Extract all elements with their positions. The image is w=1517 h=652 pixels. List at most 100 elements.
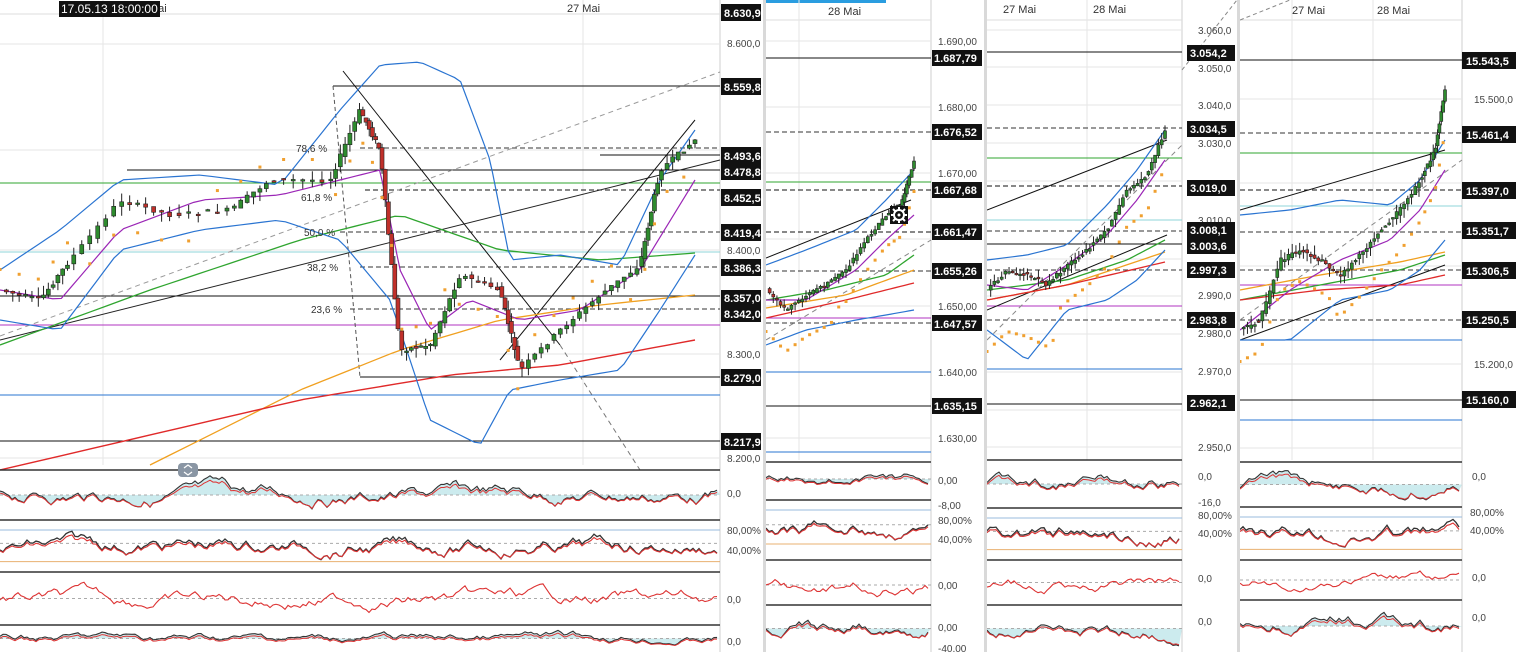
candle-body xyxy=(1402,203,1406,210)
candle-body xyxy=(232,205,237,209)
candle-body xyxy=(452,289,457,299)
chart-panel-4[interactable]: 27 Mai 28 Mai 15.543,5 15.500,0 15.461,4… xyxy=(1240,0,1517,652)
plot-background xyxy=(0,0,763,652)
candle-body xyxy=(1003,271,1008,275)
sar-dot xyxy=(1240,360,1242,363)
sar-dot xyxy=(609,264,613,268)
sub-label: 0,0 xyxy=(727,595,741,606)
candle-body xyxy=(495,286,500,291)
candle-body xyxy=(793,302,797,305)
sub-label: 40,00% xyxy=(1198,529,1232,540)
sar-dot xyxy=(1058,306,1062,310)
candle-body xyxy=(442,311,448,324)
candle-body xyxy=(558,328,563,335)
candle-body xyxy=(29,296,35,299)
candle-body xyxy=(811,289,816,295)
candle-body xyxy=(1132,184,1136,189)
candle-body xyxy=(1268,290,1272,304)
sar-dot xyxy=(0,268,2,271)
chart-canvas-1[interactable]: Mai 27 Mai 78,6 % 61,8 % 50,0 % 38,2 % 2… xyxy=(0,0,763,652)
sar-dot xyxy=(495,314,499,318)
sar-dot xyxy=(361,141,365,145)
sar-dot xyxy=(1387,260,1391,264)
candle-body xyxy=(855,254,859,261)
candle-body xyxy=(675,151,681,161)
candle-body xyxy=(1163,130,1167,139)
candle-body xyxy=(119,201,124,207)
chart-panel-1[interactable]: Mai 27 Mai 78,6 % 61,8 % 50,0 % 38,2 % 2… xyxy=(0,0,763,652)
x-axis-label: 27 Mai xyxy=(1292,5,1325,17)
candle-body xyxy=(652,194,657,212)
candle-body xyxy=(829,279,834,283)
candle-body xyxy=(257,188,263,193)
sar-dot xyxy=(258,165,262,169)
candle-body xyxy=(1149,162,1154,171)
candle-body xyxy=(373,136,378,141)
candle-body xyxy=(469,274,475,280)
candle-body xyxy=(10,291,16,294)
candle-body xyxy=(281,178,286,181)
candle-body xyxy=(41,294,46,299)
candle-body xyxy=(996,280,1000,283)
chart-canvas-2[interactable]: 28 Mai 1.690,00 1.687,79 1.680,00 1.676,… xyxy=(766,0,984,652)
price-label: 3.040,0 xyxy=(1198,101,1232,112)
sar-dot xyxy=(1110,255,1114,259)
candle-body xyxy=(205,209,211,212)
price-label: 1.650,00 xyxy=(938,302,977,313)
candle-body xyxy=(988,285,993,291)
sar-dot xyxy=(160,238,164,242)
sar-dot xyxy=(1395,253,1399,257)
sar-dot xyxy=(1132,219,1136,223)
chart-canvas-3[interactable]: 27 Mai 28 Mai 3.060,0 3.054,2 3.050,0 3.… xyxy=(987,0,1237,652)
chart-canvas-4[interactable]: 27 Mai 28 Mai 15.543,5 15.500,0 15.461,4… xyxy=(1240,0,1517,652)
sar-dot xyxy=(1410,232,1414,236)
candle-body xyxy=(1431,151,1436,161)
price-label: 3.003,6 xyxy=(1190,241,1227,253)
candle-body xyxy=(475,280,481,283)
candle-body xyxy=(1305,249,1309,254)
gear-icon[interactable] xyxy=(890,206,908,224)
sar-dot xyxy=(552,314,556,318)
chart-panel-3[interactable]: 27 Mai 28 Mai 3.060,0 3.054,2 3.050,0 3.… xyxy=(987,0,1237,652)
candle-body xyxy=(328,178,334,182)
candle-body xyxy=(1435,134,1440,147)
price-label: 1.635,15 xyxy=(934,401,977,413)
candle-body xyxy=(609,285,614,292)
sar-dot xyxy=(136,231,140,235)
price-label: 3.050,0 xyxy=(1198,64,1232,75)
candle-body xyxy=(1405,198,1410,205)
candle-body xyxy=(300,179,306,182)
chart-panel-2[interactable]: 28 Mai 1.690,00 1.687,79 1.680,00 1.676,… xyxy=(766,0,984,652)
candle-body xyxy=(1058,272,1063,277)
candle-body xyxy=(1353,260,1358,263)
candle-body xyxy=(621,276,627,282)
candle-body xyxy=(822,285,826,288)
candle-body xyxy=(1029,275,1033,278)
candle-body xyxy=(1241,327,1246,330)
candle-body xyxy=(681,151,687,154)
candle-body xyxy=(767,288,772,294)
sar-dot xyxy=(892,239,896,243)
price-label: 8.600,0 xyxy=(727,39,761,50)
sar-dot xyxy=(1066,299,1070,303)
candle-body xyxy=(1279,257,1283,271)
pane-resize-handle[interactable] xyxy=(178,463,198,477)
candle-body xyxy=(1342,269,1347,277)
sub-label: 0,0 xyxy=(727,489,741,500)
candle-body xyxy=(782,305,786,308)
fib-label-38: 38,2 % xyxy=(307,263,338,274)
candle-body xyxy=(151,206,156,213)
candle-body xyxy=(418,345,424,348)
candle-body xyxy=(376,142,382,149)
candle-body xyxy=(1335,270,1339,274)
candle-body xyxy=(1153,154,1157,163)
fib-label-23: 23,6 % xyxy=(311,305,342,316)
sar-dot xyxy=(457,302,461,306)
price-label: 8.386,3 xyxy=(724,263,761,275)
sar-dot xyxy=(1305,283,1309,287)
candle-body xyxy=(1275,268,1280,278)
sar-dot xyxy=(1434,185,1438,189)
candle-body xyxy=(16,293,22,296)
candle-body xyxy=(1117,204,1122,215)
candle-body xyxy=(1428,160,1433,167)
